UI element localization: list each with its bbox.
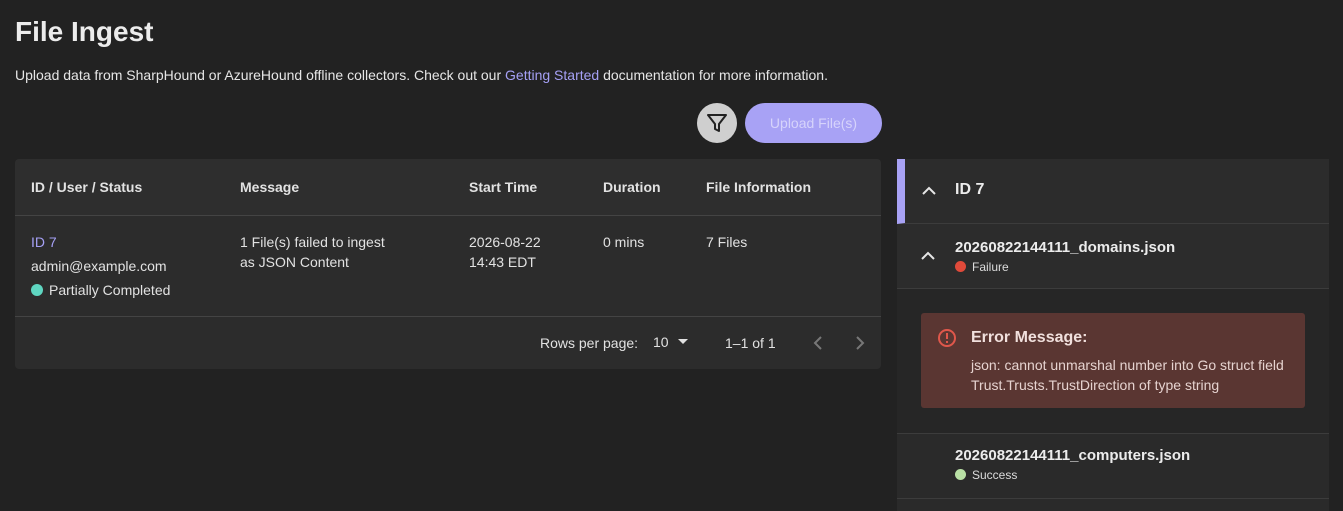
rows-per-page-value: 10 bbox=[653, 334, 669, 350]
job-start-time: 2026-08-22 14:43 EDT bbox=[469, 232, 541, 272]
job-file-info: 7 Files bbox=[706, 234, 748, 250]
col-file-information: File Information bbox=[706, 179, 811, 195]
file-status: Failure bbox=[955, 260, 1009, 274]
error-message-box: Error Message: json: cannot unmarshal nu… bbox=[921, 313, 1305, 408]
rows-per-page-select[interactable]: 10 bbox=[653, 332, 690, 352]
col-duration: Duration bbox=[603, 179, 661, 195]
page-description: Upload data from SharpHound or AzureHoun… bbox=[15, 67, 828, 83]
job-detail-panel: ID 7 20260822144111_domains.json Failure… bbox=[897, 159, 1329, 511]
status-dot bbox=[955, 261, 966, 272]
getting-started-link[interactable]: Getting Started bbox=[505, 67, 599, 83]
caret-down-icon bbox=[678, 339, 689, 344]
status-dot bbox=[31, 284, 43, 296]
job-user: admin@example.com bbox=[31, 258, 167, 274]
filter-icon bbox=[707, 114, 727, 132]
file-error-section: Error Message: json: cannot unmarshal nu… bbox=[897, 289, 1329, 434]
file-status: Success bbox=[955, 468, 1017, 482]
ingest-table: ID / User / Status Message Start Time Du… bbox=[15, 159, 881, 369]
start-time: 14:43 EDT bbox=[469, 254, 536, 270]
message-line: 1 File(s) failed to ingest bbox=[240, 234, 385, 250]
table-row[interactable]: ID 7 admin@example.com Partially Complet… bbox=[15, 216, 881, 317]
status-label: Partially Completed bbox=[49, 282, 171, 298]
file-item[interactable]: 20260822144111_domains.json Failure bbox=[897, 224, 1329, 289]
description-suffix: documentation for more information. bbox=[599, 67, 828, 83]
status-dot bbox=[955, 469, 966, 480]
pagination-range: 1–1 of 1 bbox=[725, 335, 776, 351]
job-status: Partially Completed bbox=[31, 280, 170, 300]
page-title: File Ingest bbox=[15, 16, 154, 47]
job-id-link[interactable]: ID 7 bbox=[31, 232, 170, 252]
col-message: Message bbox=[240, 179, 300, 195]
chevron-up-icon[interactable] bbox=[919, 181, 939, 201]
error-icon bbox=[938, 329, 956, 347]
status-label: Failure bbox=[972, 260, 1009, 274]
file-item[interactable]: 20260822144111_computers.json Success bbox=[897, 434, 1329, 499]
job-message: 1 File(s) failed to ingest as JSON Conte… bbox=[240, 232, 385, 272]
file-name: 20260822144111_domains.json bbox=[955, 239, 1176, 256]
message-line: as JSON Content bbox=[240, 254, 349, 270]
status-label: Success bbox=[972, 468, 1018, 482]
chevron-left-icon[interactable] bbox=[809, 333, 829, 353]
job-detail-title: ID 7 bbox=[955, 181, 985, 198]
col-start-time: Start Time bbox=[469, 179, 538, 195]
rows-per-page-label: Rows per page: bbox=[540, 335, 639, 351]
chevron-right-icon[interactable] bbox=[849, 333, 869, 353]
file-name: 20260822144111_computers.json bbox=[955, 447, 1191, 464]
filter-button[interactable] bbox=[697, 103, 737, 143]
start-date: 2026-08-22 bbox=[469, 234, 541, 250]
job-duration: 0 mins bbox=[603, 234, 645, 250]
description-text: Upload data from SharpHound or AzureHoun… bbox=[15, 67, 506, 83]
error-text: json: cannot unmarshal number into Go st… bbox=[971, 357, 1284, 393]
job-detail-header[interactable]: ID 7 bbox=[897, 159, 1329, 224]
error-title: Error Message: bbox=[971, 329, 1088, 346]
col-id-user-status: ID / User / Status bbox=[31, 179, 143, 195]
chevron-up-icon[interactable] bbox=[918, 246, 938, 266]
upload-files-button[interactable]: Upload File(s) bbox=[745, 103, 882, 143]
table-header: ID / User / Status Message Start Time Du… bbox=[15, 159, 881, 216]
